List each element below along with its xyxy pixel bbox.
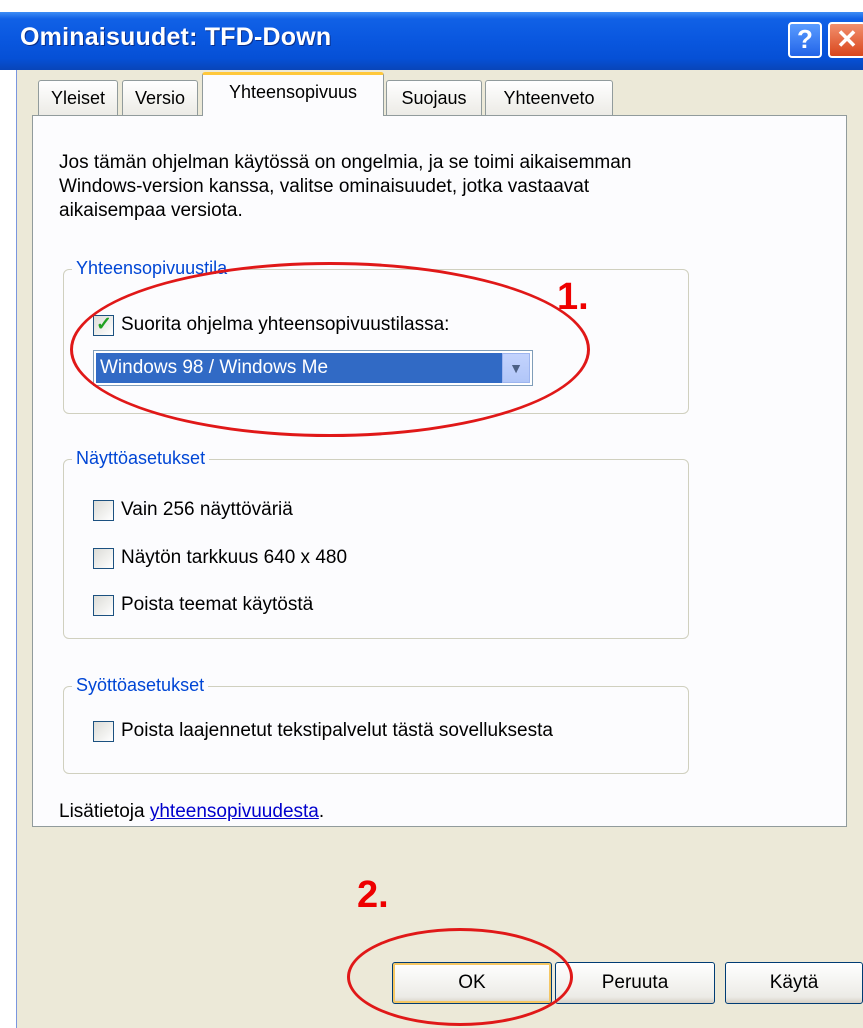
close-button[interactable]: ✕ — [828, 22, 863, 58]
tab-panel: Jos tämän ohjelman käytössä on ongelmia,… — [32, 115, 847, 827]
text-services-checkbox[interactable] — [93, 721, 114, 742]
text-services-label[interactable]: Poista laajennetut tekstipalvelut tästä … — [121, 719, 553, 743]
annotation-ellipse-1 — [70, 262, 590, 437]
tab-yhteenveto[interactable]: Yhteenveto — [485, 80, 613, 115]
window-title: Ominaisuudet: TFD-Down — [20, 23, 332, 51]
intro-line-1: Jos tämän ohjelman käytössä on ongelmia,… — [59, 152, 632, 173]
color-256-label[interactable]: Vain 256 näyttöväriä — [121, 498, 293, 522]
input-group-legend: Syöttöasetukset — [72, 675, 209, 696]
tab-versio[interactable]: Versio — [122, 80, 198, 115]
annotation-step-1: 1. — [557, 276, 589, 318]
tab-yleiset[interactable]: Yleiset — [38, 80, 118, 115]
resolution-label[interactable]: Näytön tarkkuus 640 x 480 — [121, 546, 347, 570]
annotation-ellipse-2 — [347, 928, 573, 1026]
tab-yhteensopivuus[interactable]: Yhteensopivuus — [202, 72, 384, 116]
cancel-button[interactable]: Peruuta — [555, 962, 715, 1004]
more-info: Lisätietoja yhteensopivuudesta. — [59, 800, 324, 824]
intro-line-3: aikaisempaa versiota. — [59, 200, 243, 221]
color-256-checkbox[interactable] — [93, 500, 114, 521]
resolution-checkbox[interactable] — [93, 548, 114, 569]
intro-line-2: Windows-version kanssa, valitse ominaisu… — [59, 176, 590, 197]
compatibility-link[interactable]: yhteensopivuudesta — [150, 801, 319, 822]
close-icon: ✕ — [836, 24, 858, 54]
disable-themes-label[interactable]: Poista teemat käytöstä — [121, 593, 313, 617]
annotation-step-2: 2. — [357, 874, 389, 916]
disable-themes-checkbox[interactable] — [93, 595, 114, 616]
help-button[interactable]: ? — [788, 22, 822, 58]
title-bar[interactable]: Ominaisuudet: TFD-Down ? ✕ — [0, 12, 863, 70]
help-icon: ? — [797, 24, 813, 54]
tab-suojaus[interactable]: Suojaus — [386, 80, 482, 115]
more-info-prefix: Lisätietoja — [59, 801, 150, 822]
more-info-suffix: . — [318, 801, 325, 822]
display-group-legend: Näyttöasetukset — [72, 448, 210, 469]
apply-button[interactable]: Käytä — [725, 962, 863, 1004]
